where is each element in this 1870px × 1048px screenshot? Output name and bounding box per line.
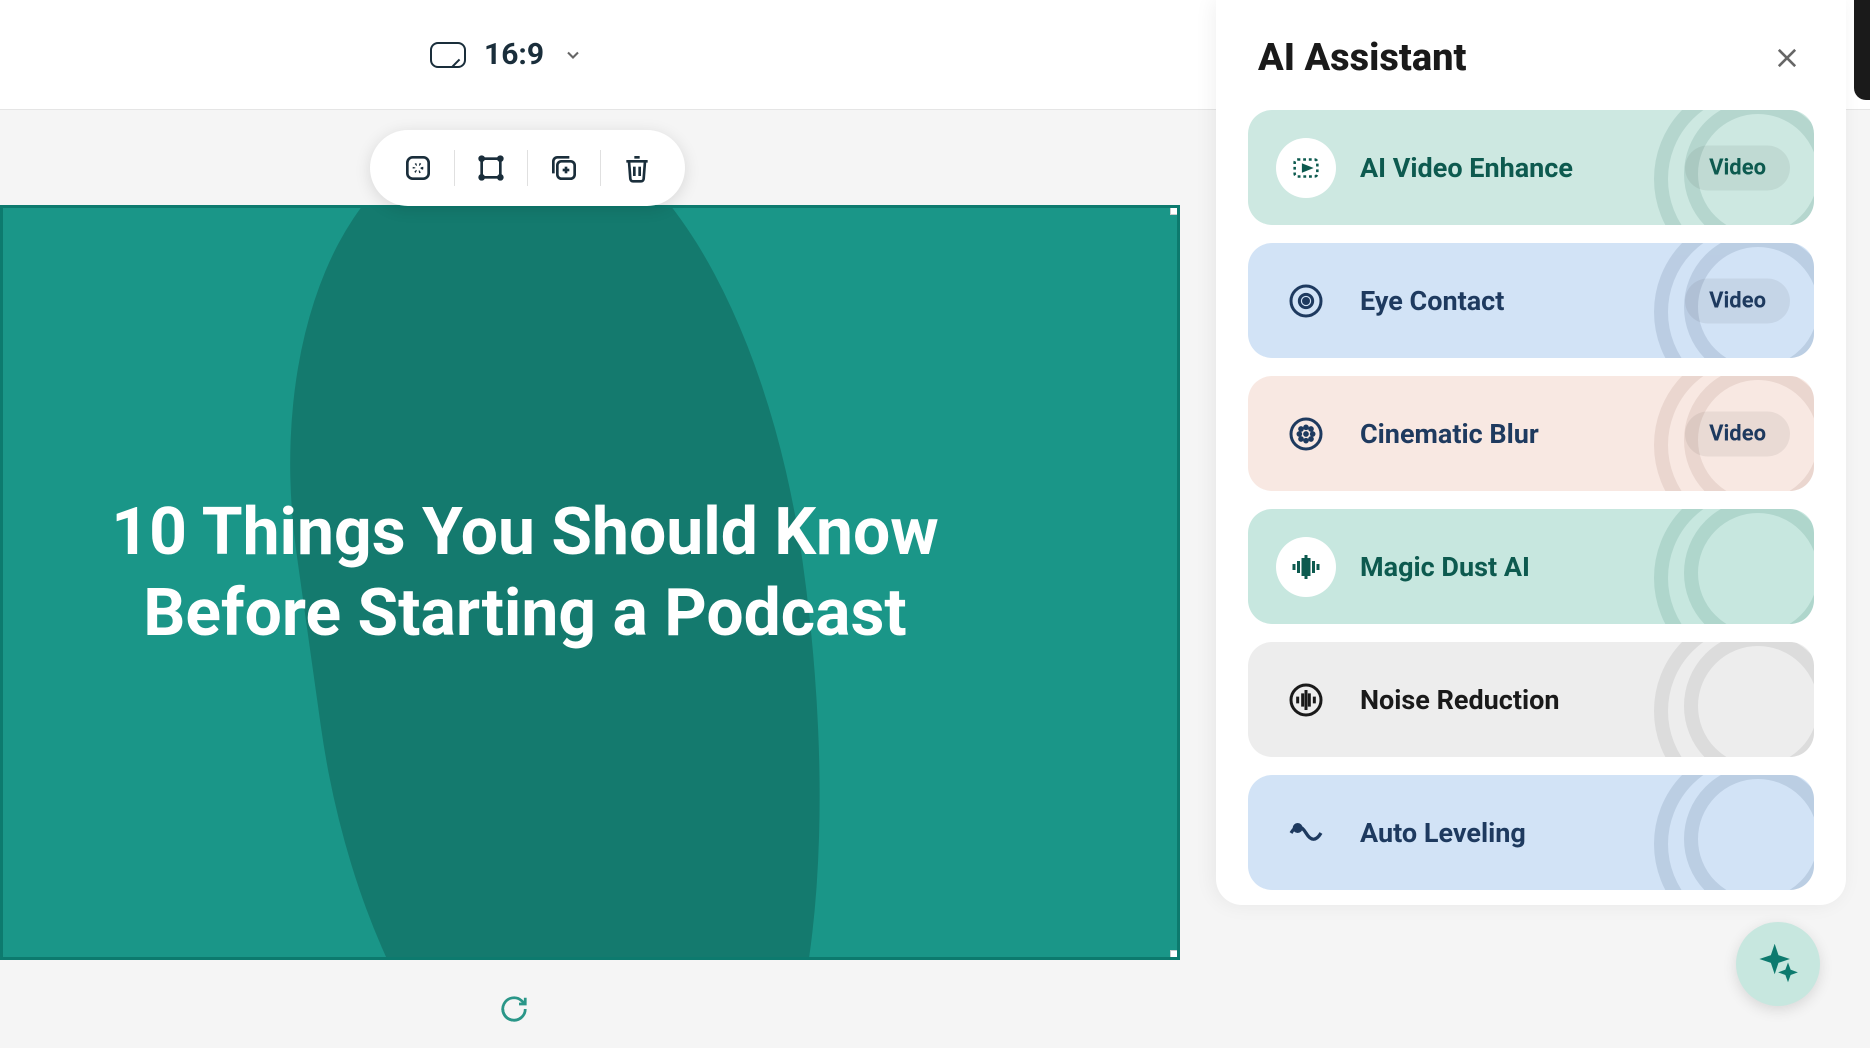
ai-tool-noise-reduction[interactable]: Noise Reduction [1248, 642, 1814, 757]
aspect-ratio-value: 16:9 [484, 37, 544, 72]
ai-tool-auto-leveling[interactable]: Auto Leveling [1248, 775, 1814, 890]
tool-badge: Video [1685, 411, 1790, 456]
tool-label: AI Video Enhance [1360, 152, 1573, 184]
ai-fab-button[interactable] [1736, 922, 1820, 1006]
add-button[interactable] [540, 144, 588, 192]
toolbar-divider [454, 150, 455, 186]
tool-label: Cinematic Blur [1360, 418, 1539, 450]
canvas-title-text[interactable]: 10 Things You Should Know Before Startin… [75, 493, 975, 654]
aspect-ratio-icon [430, 42, 466, 68]
level-icon [1276, 803, 1336, 863]
card-decor [1654, 509, 1814, 624]
panel-header: AI Assistant [1216, 0, 1846, 110]
ai-tool-video-enhance[interactable]: AI Video Enhance Video [1248, 110, 1814, 225]
toolbar-divider [600, 150, 601, 186]
ai-tool-list: AI Video Enhance Video Eye Contact Video… [1216, 110, 1846, 890]
tool-label: Eye Contact [1360, 285, 1504, 317]
tool-badge: Video [1685, 278, 1790, 323]
fit-button[interactable] [394, 144, 442, 192]
tool-badge: Video [1685, 145, 1790, 190]
canvas[interactable]: 10 Things You Should Know Before Startin… [0, 205, 1180, 960]
delete-button[interactable] [613, 144, 661, 192]
chevron-down-icon [562, 44, 584, 66]
tool-label: Auto Leveling [1360, 817, 1526, 849]
close-button[interactable] [1770, 41, 1804, 75]
tool-label: Magic Dust AI [1360, 551, 1530, 583]
canvas-toolbar [370, 130, 685, 206]
ai-tool-cinematic-blur[interactable]: Cinematic Blur Video [1248, 376, 1814, 491]
ai-tool-eye-contact[interactable]: Eye Contact Video [1248, 243, 1814, 358]
ai-tool-magic-dust[interactable]: Magic Dust AI [1248, 509, 1814, 624]
panel-title: AI Assistant [1258, 36, 1467, 80]
eye-icon [1276, 271, 1336, 331]
tool-label: Noise Reduction [1360, 684, 1560, 716]
resize-handle-top-right[interactable] [1170, 205, 1180, 215]
wave-icon [1276, 537, 1336, 597]
noise-icon [1276, 670, 1336, 730]
blur-icon [1276, 404, 1336, 464]
refresh-button[interactable] [495, 990, 533, 1028]
toolbar-divider [527, 150, 528, 186]
card-decor [1654, 775, 1814, 890]
crop-button[interactable] [467, 144, 515, 192]
resize-handle-bottom-right[interactable] [1170, 950, 1180, 960]
aspect-ratio-selector[interactable]: 16:9 [430, 37, 584, 72]
enhance-icon [1276, 138, 1336, 198]
right-edge-decor [1854, 0, 1870, 100]
ai-assistant-panel: AI Assistant AI Video Enhance Video Eye … [1216, 0, 1846, 905]
card-decor [1654, 642, 1814, 757]
